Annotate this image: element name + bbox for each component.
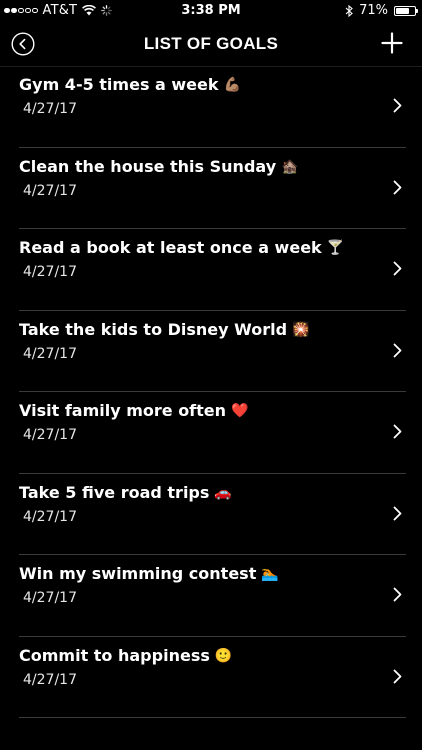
chevron-right-icon — [393, 180, 402, 194]
status-bar: AT&T 3:38 PM 71% — [0, 0, 422, 22]
goal-title: Win my swimming contest 🏊 — [19, 564, 279, 583]
goal-row[interactable]: Clean the house this Sunday 🏚️ 4/27/17 — [0, 148, 422, 230]
goal-title-text: Read a book at least once a week — [19, 238, 322, 257]
chevron-right-icon — [393, 424, 402, 439]
goal-title: Clean the house this Sunday 🏚️ — [19, 157, 299, 176]
goal-row[interactable]: Take the kids to Disney World 🎇 4/27/17 — [0, 311, 422, 393]
goal-emoji-icon: 🏚️ — [281, 158, 299, 175]
goal-title: Gym 4-5 times a week 💪🏽 — [19, 75, 241, 94]
goal-title-text: Clean the house this Sunday — [19, 156, 277, 176]
goal-emoji-icon: 🏊 — [261, 566, 279, 582]
goal-emoji-icon: 🎇 — [292, 321, 310, 338]
goal-title: Take 5 five road trips 🚗 — [19, 483, 232, 502]
chevron-right-icon — [393, 261, 402, 276]
goals-list: Gym 4-5 times a week 💪🏽 4/27/17 Clean the… — [0, 66, 422, 718]
goal-row[interactable]: Win my swimming contest 🏊 4/27/17 — [0, 555, 422, 637]
goal-row[interactable]: Read a book at least once a week 🍸 4/27/1… — [0, 229, 422, 311]
battery-cap — [416, 9, 418, 13]
goal-title: Commit to happiness 🙂 — [19, 646, 232, 665]
goal-title-text: Gym 4-5 times a week — [19, 75, 219, 94]
goal-emoji-icon: 💪🏽 — [223, 77, 241, 93]
goal-date: 4/27/17 — [23, 427, 77, 443]
battery-icon — [394, 5, 418, 16]
goal-emoji-icon: ❤️ — [231, 403, 249, 419]
goal-title: Visit family more often ❤️ — [19, 401, 248, 420]
chevron-right-icon — [393, 506, 402, 520]
goal-emoji-icon: 🚗 — [214, 484, 232, 501]
goal-row[interactable]: Commit to happiness 🙂 4/27/17 — [0, 637, 422, 719]
chevron-right-icon — [393, 587, 402, 602]
goal-title-text: Take the kids to Disney World — [19, 319, 288, 339]
goal-title-text: Visit family more often — [19, 401, 227, 420]
battery-fill — [396, 7, 409, 14]
goal-date: 4/27/17 — [23, 508, 77, 525]
goal-title-text: Win my swimming contest — [19, 564, 257, 583]
goal-date: 4/27/17 — [23, 345, 77, 362]
bluetooth-icon — [345, 4, 353, 17]
goal-date: 4/27/17 — [23, 182, 77, 199]
page-title: LIST OF GOALS — [143, 34, 279, 53]
goal-date: 4/27/17 — [23, 264, 77, 280]
goal-row[interactable]: Gym 4-5 times a week 💪🏽 4/27/17 — [0, 66, 422, 148]
chevron-right-icon — [393, 669, 402, 683]
goal-date: 4/27/17 — [23, 671, 77, 688]
goal-row[interactable]: Take 5 five road trips 🚗 4/27/17 — [0, 474, 422, 556]
goal-emoji-icon: 🙂 — [214, 647, 233, 664]
battery-percent: 71% — [359, 3, 388, 18]
goal-emoji-icon: 🍸 — [326, 240, 345, 256]
goal-title-text: Commit to happiness — [19, 645, 210, 665]
goal-title: Read a book at least once a week 🍸 — [19, 238, 344, 257]
chevron-right-icon — [393, 98, 402, 113]
goal-date: 4/27/17 — [23, 101, 77, 117]
status-right: 71% — [345, 3, 418, 18]
goal-date: 4/27/17 — [23, 590, 77, 606]
goal-title: Take the kids to Disney World 🎇 — [19, 320, 310, 339]
plus-icon[interactable] — [381, 32, 403, 54]
goal-row[interactable]: Visit family more often ❤️ 4/27/17 — [0, 392, 422, 474]
chevron-right-icon — [393, 343, 402, 357]
navigation-bar: LIST OF GOALS — [0, 22, 422, 67]
goal-title-text: Take 5 five road trips — [19, 482, 210, 502]
